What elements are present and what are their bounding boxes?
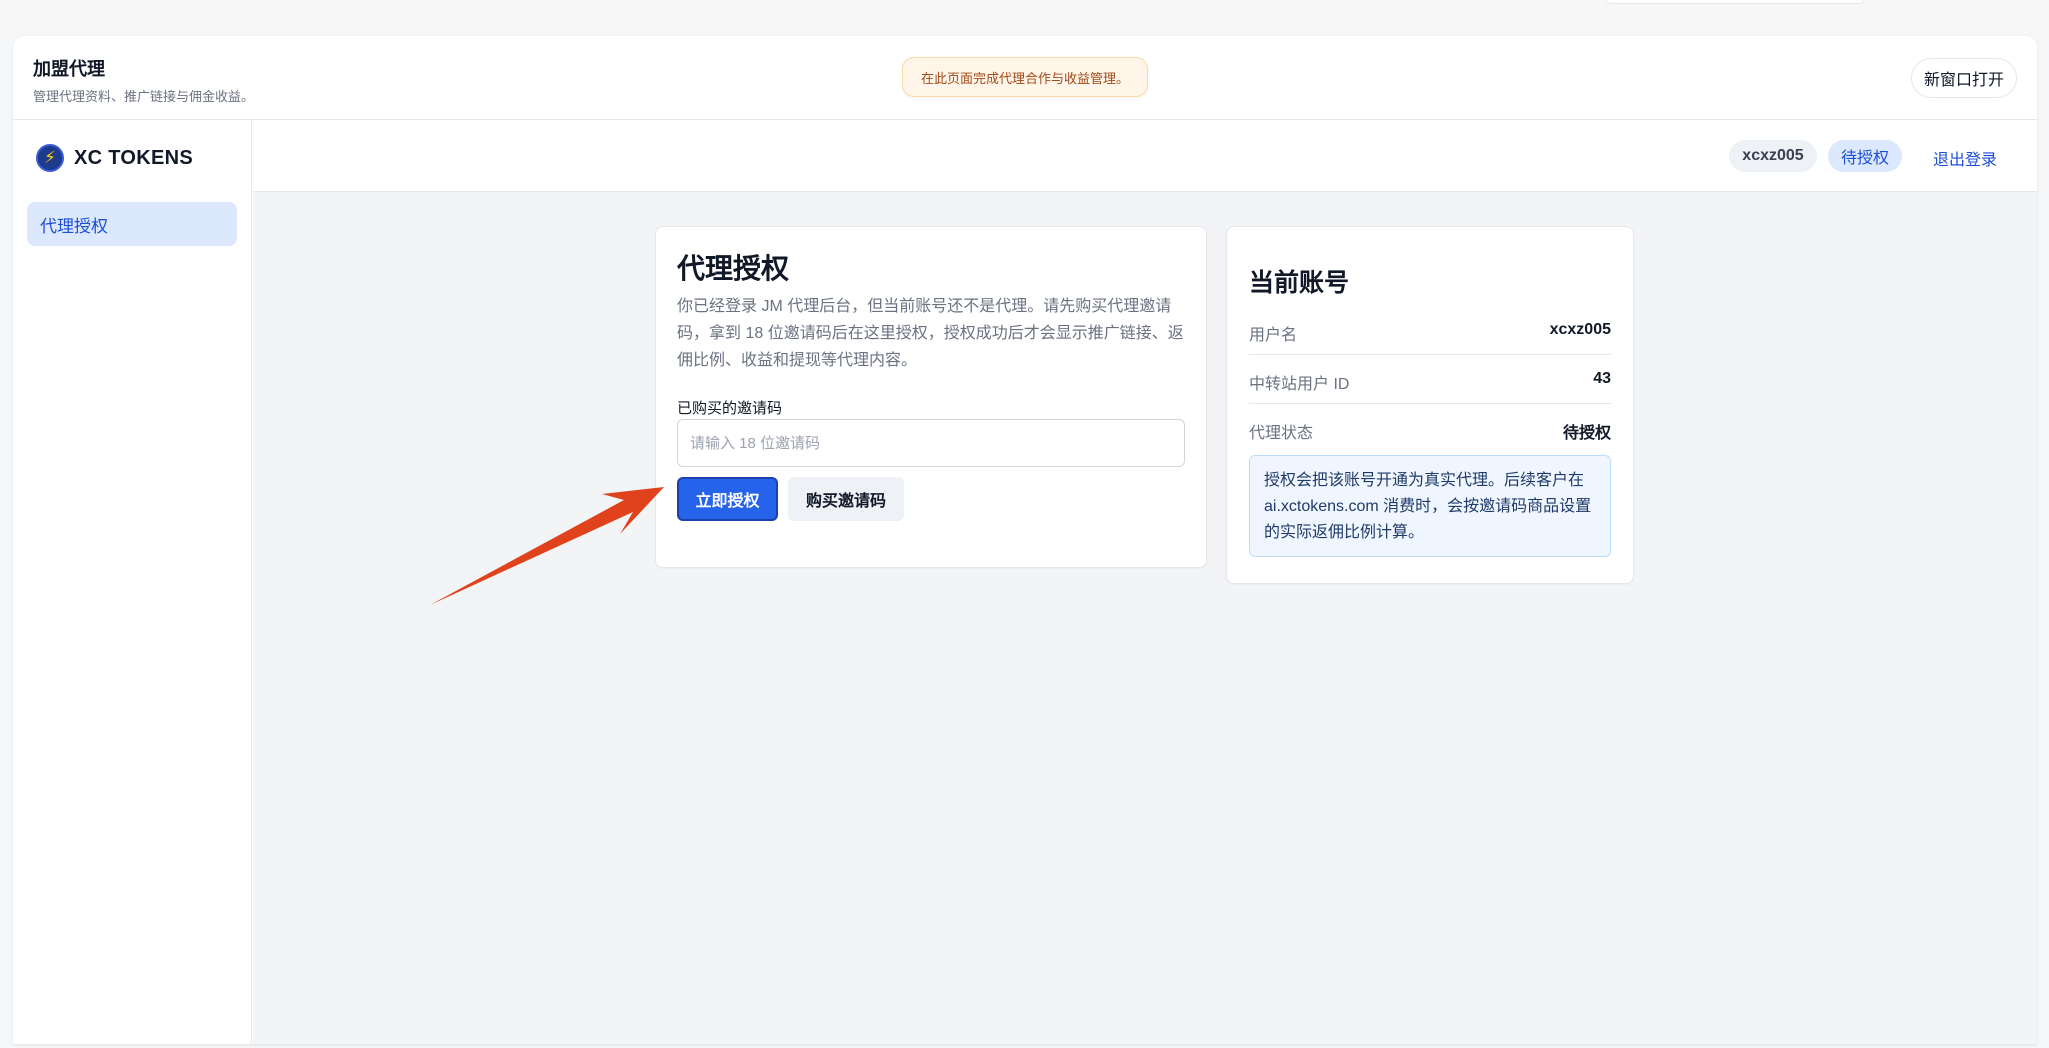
invite-code-label: 已购买的邀请码 — [677, 400, 783, 417]
username-chip: xcxz005 — [1729, 140, 1817, 172]
account-card: 当前账号 用户名 xcxz005 中转站用户 ID 43 代理状态 待授权 授权… — [1226, 226, 1634, 584]
authorization-info: 授权会把该账号开通为真实代理。后续客户在 ai.xctokens.com 消费时… — [1249, 455, 1611, 557]
panel-header: 加盟代理 管理代理资料、推广链接与佣金收益。 在此页面完成代理合作与收益管理。 … — [13, 36, 2037, 120]
row-value: xcxz005 — [1549, 321, 1611, 338]
open-new-window-button[interactable]: 新窗口打开 — [1911, 58, 2017, 98]
main-content: 代理授权 你已经登录 JM 代理后台，但当前账号还不是代理。请先购买代理邀请码，… — [253, 192, 2037, 1044]
row-value: 待授权 — [1562, 425, 1611, 442]
logout-link[interactable]: 退出登录 — [1933, 146, 1997, 170]
row-value: 43 — [1593, 370, 1611, 387]
row-key: 用户名 — [1249, 327, 1298, 344]
app-topbar: xcxz005 待授权 退出登录 — [253, 120, 2037, 192]
brand[interactable]: ⚡ XC TOKENS — [36, 144, 193, 172]
row-key: 中转站用户 ID — [1249, 376, 1350, 393]
panel-subtitle: 管理代理资料、推广链接与佣金收益。 — [33, 89, 255, 104]
auth-card: 代理授权 你已经登录 JM 代理后台，但当前账号还不是代理。请先购买代理邀请码，… — [655, 226, 1207, 568]
app-frame: 加盟代理 管理代理资料、推广链接与佣金收益。 在此页面完成代理合作与收益管理。 … — [13, 36, 2037, 1044]
sidebar: ⚡ XC TOKENS 代理授权 — [13, 120, 252, 1044]
sidebar-item-agent-auth[interactable]: 代理授权 — [27, 202, 237, 246]
auth-title: 代理授权 — [677, 253, 790, 284]
auth-description: 你已经登录 JM 代理后台，但当前账号还不是代理。请先购买代理邀请码，拿到 18… — [677, 298, 1184, 369]
invite-code-input[interactable] — [677, 419, 1185, 467]
browser-top-strip — [0, 0, 2049, 36]
buy-invite-code-button[interactable]: 购买邀请码 — [788, 477, 904, 521]
row-key: 代理状态 — [1249, 425, 1314, 442]
account-row: 用户名 xcxz005 — [1249, 307, 1611, 355]
status-badge: 待授权 — [1828, 140, 1902, 172]
account-title: 当前账号 — [1249, 269, 1350, 297]
page: 加盟代理 管理代理资料、推广链接与佣金收益。 在此页面完成代理合作与收益管理。 … — [0, 0, 2049, 1048]
notice-banner: 在此页面完成代理合作与收益管理。 — [902, 57, 1148, 97]
lightning-icon: ⚡ — [36, 144, 64, 172]
account-row: 代理状态 待授权 — [1249, 405, 1611, 453]
brand-name: XC TOKENS — [74, 146, 194, 169]
top-pill — [1605, 0, 1865, 4]
authorize-button[interactable]: 立即授权 — [677, 477, 778, 521]
panel-title: 加盟代理 — [33, 59, 105, 79]
account-row: 中转站用户 ID 43 — [1249, 356, 1611, 404]
